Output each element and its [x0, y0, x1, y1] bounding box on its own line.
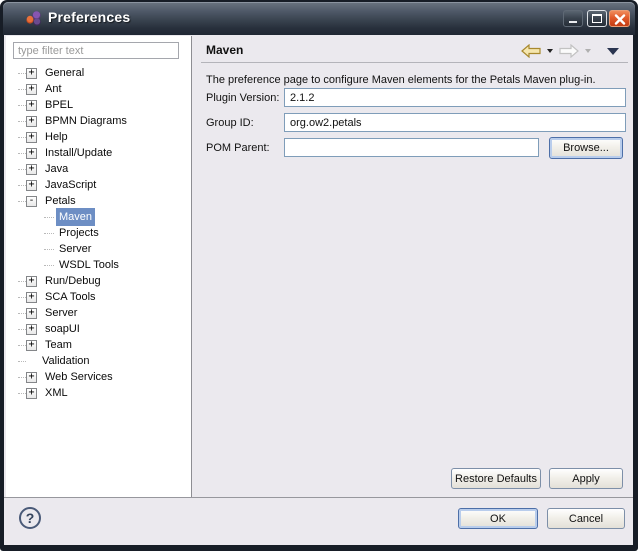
group-id-label: Group ID: — [206, 117, 254, 129]
restore-defaults-button[interactable]: Restore Defaults — [451, 468, 541, 489]
page-navigation — [521, 44, 619, 58]
minimize-button[interactable] — [563, 10, 583, 27]
expand-icon[interactable]: + — [26, 164, 37, 175]
expand-icon[interactable]: + — [26, 100, 37, 111]
expand-icon[interactable]: + — [26, 340, 37, 351]
tree-item-help[interactable]: +Help — [6, 129, 191, 145]
pom-parent-row: POM Parent: Browse... — [193, 138, 633, 160]
tree-item-install-update[interactable]: +Install/Update — [6, 145, 191, 161]
close-icon — [614, 14, 626, 25]
dialog-footer: ? OK Cancel — [4, 498, 633, 545]
expand-icon[interactable]: + — [26, 148, 37, 159]
tree-item-server[interactable]: +Server — [6, 305, 191, 321]
tree-item-sca-tools[interactable]: +SCA Tools — [6, 289, 191, 305]
expand-icon[interactable]: + — [26, 68, 37, 79]
expand-icon[interactable]: + — [26, 132, 37, 143]
expand-icon[interactable]: + — [26, 84, 37, 95]
back-arrow-icon[interactable] — [521, 44, 541, 58]
expand-icon[interactable]: + — [26, 324, 37, 335]
ok-button[interactable]: OK — [458, 508, 538, 529]
category-tree: +General+Ant+BPEL+BPMN Diagrams+Help+Ins… — [6, 65, 191, 497]
pom-parent-input[interactable] — [284, 138, 539, 157]
tree-item-web-services[interactable]: +Web Services — [6, 369, 191, 385]
tree-item-bpel[interactable]: +BPEL — [6, 97, 191, 113]
plugin-version-row: Plugin Version: — [193, 88, 633, 110]
tree-item-java[interactable]: +Java — [6, 161, 191, 177]
expand-icon[interactable]: + — [26, 292, 37, 303]
expand-icon[interactable]: + — [26, 388, 37, 399]
apply-button[interactable]: Apply — [549, 468, 623, 489]
tree-item-petals[interactable]: -Petals — [6, 193, 191, 209]
header-separator — [201, 62, 628, 63]
tree-item-server[interactable]: Server — [6, 241, 191, 257]
tree-item-javascript[interactable]: +JavaScript — [6, 177, 191, 193]
forward-arrow-icon[interactable] — [559, 44, 579, 58]
window-title: Preferences — [48, 9, 130, 25]
browse-button[interactable]: Browse... — [549, 137, 623, 159]
view-menu-icon[interactable] — [607, 48, 619, 55]
expand-icon[interactable]: + — [26, 372, 37, 383]
group-id-input[interactable] — [284, 113, 626, 132]
tree-item-general[interactable]: +General — [6, 65, 191, 81]
tree-label[interactable]: XML — [42, 384, 71, 402]
page-title: Maven — [206, 43, 243, 57]
title-bar[interactable]: Preferences — [3, 2, 635, 35]
collapse-icon[interactable]: - — [26, 196, 37, 207]
expand-icon[interactable]: + — [26, 116, 37, 127]
forward-history-caret[interactable] — [585, 49, 591, 53]
back-history-caret[interactable] — [547, 49, 553, 53]
expand-icon[interactable]: + — [26, 276, 37, 287]
tree-item-soapui[interactable]: +soapUI — [6, 321, 191, 337]
plugin-version-input[interactable] — [284, 88, 626, 107]
expand-icon[interactable]: + — [26, 308, 37, 319]
preference-page: Maven The preference page to configure M… — [193, 35, 633, 497]
group-id-row: Group ID: — [193, 113, 633, 135]
tree-item-maven[interactable]: Maven — [6, 209, 191, 225]
pom-parent-label: POM Parent: — [206, 142, 270, 154]
tree-item-xml[interactable]: + XML — [6, 385, 191, 401]
tree-item-run-debug[interactable]: +Run/Debug — [6, 273, 191, 289]
preferences-app-icon — [25, 10, 43, 28]
tree-item-projects[interactable]: Projects — [6, 225, 191, 241]
help-icon[interactable]: ? — [19, 507, 41, 529]
close-button[interactable] — [609, 10, 630, 27]
tree-item-team[interactable]: +Team — [6, 337, 191, 353]
dialog-body: +General+Ant+BPEL+BPMN Diagrams+Help+Ins… — [4, 35, 633, 497]
category-panel: +General+Ant+BPEL+BPMN Diagrams+Help+Ins… — [6, 36, 192, 497]
tree-item-ant[interactable]: +Ant — [6, 81, 191, 97]
tree-item-validation[interactable]: Validation — [6, 353, 191, 369]
filter-input[interactable] — [13, 42, 179, 59]
page-description: The preference page to configure Maven e… — [206, 74, 596, 86]
maximize-button[interactable] — [587, 10, 607, 27]
tree-item-wsdl-tools[interactable]: WSDL Tools — [6, 257, 191, 273]
expand-icon[interactable]: + — [26, 180, 37, 191]
preferences-dialog: Preferences +General+Ant+BPEL+BPMN Diagr… — [0, 0, 638, 551]
tree-item-bpmn-diagrams[interactable]: +BPMN Diagrams — [6, 113, 191, 129]
cancel-button[interactable]: Cancel — [547, 508, 625, 529]
plugin-version-label: Plugin Version: — [206, 92, 279, 104]
